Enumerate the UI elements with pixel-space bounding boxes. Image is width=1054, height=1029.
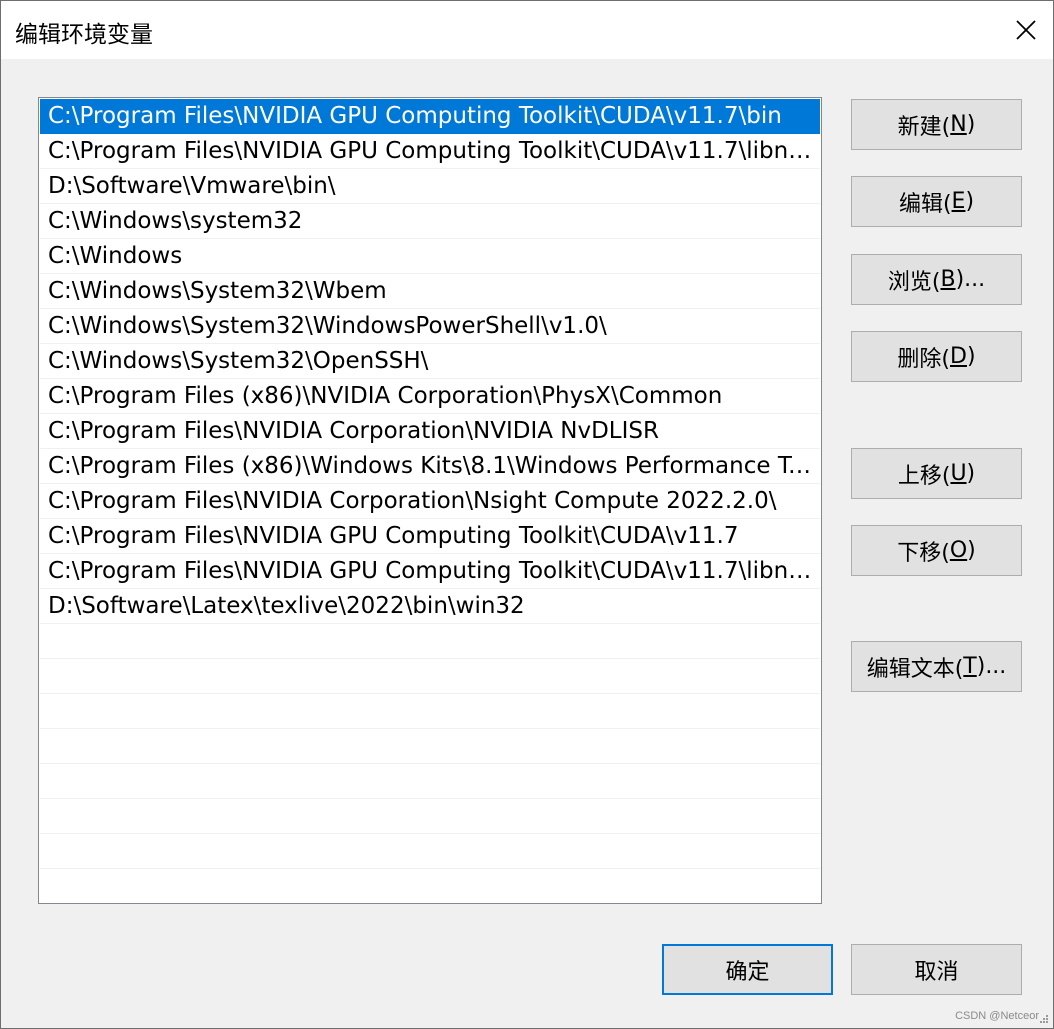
empty-list-row[interactable] [40, 764, 820, 799]
move-down-button[interactable]: 下移(O) [851, 525, 1022, 576]
path-list-item[interactable]: C:\Windows\System32\WindowsPowerShell\v1… [40, 309, 820, 344]
edit-text-button[interactable]: 编辑文本(T)... [851, 641, 1022, 692]
edit-accelerator-key: E [951, 189, 966, 214]
empty-list-row[interactable] [40, 869, 820, 903]
path-list-item[interactable]: C:\Windows\System32\Wbem [40, 274, 820, 309]
path-list-item[interactable]: D:\Software\Vmware\bin\ [40, 169, 820, 204]
path-text: C:\Windows\system32 [48, 208, 303, 234]
empty-list-row[interactable] [40, 729, 820, 764]
empty-list-row[interactable] [40, 834, 820, 869]
path-text: C:\Program Files\NVIDIA GPU Computing To… [48, 138, 812, 164]
path-list-item[interactable]: C:\Program Files (x86)\Windows Kits\8.1\… [40, 449, 820, 484]
move-up-accelerator-key: U [950, 461, 967, 486]
path-text: C:\Program Files\NVIDIA GPU Computing To… [48, 103, 782, 129]
resize-grip-icon[interactable] [1039, 1014, 1049, 1024]
close-icon [1016, 20, 1036, 40]
path-text: C:\Program Files\NVIDIA Corporation\Nsig… [48, 488, 777, 514]
path-list-item[interactable]: C:\Program Files (x86)\NVIDIA Corporatio… [40, 379, 820, 414]
edit-text-accelerator-key: T [963, 654, 977, 679]
dialog-title: 编辑环境变量 [15, 22, 153, 48]
delete-button[interactable]: 删除(D) [851, 331, 1022, 382]
empty-list-row[interactable] [40, 799, 820, 834]
edit-button[interactable]: 编辑(E) [851, 176, 1022, 227]
path-list-item[interactable]: C:\Windows\System32\OpenSSH\ [40, 344, 820, 379]
delete-accelerator-key: D [950, 344, 967, 369]
path-text: C:\Windows [48, 243, 183, 269]
path-list-item[interactable]: C:\Program Files\NVIDIA GPU Computing To… [40, 134, 820, 169]
browse-button[interactable]: 浏览(B)... [851, 254, 1022, 305]
empty-list-row[interactable] [40, 694, 820, 729]
path-text: C:\Program Files\NVIDIA Corporation\NVID… [48, 418, 659, 444]
path-list-item[interactable]: D:\Software\Latex\texlive\2022\bin\win32 [40, 589, 820, 624]
path-text: C:\Windows\System32\OpenSSH\ [48, 348, 429, 374]
path-list[interactable]: C:\Program Files\NVIDIA GPU Computing To… [38, 97, 822, 904]
path-list-item[interactable]: C:\Program Files\NVIDIA GPU Computing To… [40, 519, 820, 554]
empty-list-row[interactable] [40, 659, 820, 694]
path-text: C:\Program Files (x86)\NVIDIA Corporatio… [48, 383, 723, 409]
path-list-item[interactable]: C:\Program Files\NVIDIA Corporation\Nsig… [40, 484, 820, 519]
empty-list-row[interactable] [40, 624, 820, 659]
path-text: D:\Software\Latex\texlive\2022\bin\win32 [48, 593, 525, 619]
watermark-text: CSDN @Netceor [955, 1010, 1039, 1022]
path-text: C:\Program Files\NVIDIA GPU Computing To… [48, 558, 812, 584]
path-text: C:\Windows\System32\Wbem [48, 278, 387, 304]
close-button[interactable] [1007, 1, 1053, 59]
path-list-item[interactable]: C:\Program Files\NVIDIA Corporation\NVID… [40, 414, 820, 449]
path-text: C:\Program Files\NVIDIA GPU Computing To… [48, 523, 739, 549]
browse-accelerator-key: B [940, 267, 956, 292]
new-accelerator-key: N [950, 112, 967, 137]
path-text: C:\Program Files (x86)\Windows Kits\8.1\… [48, 453, 812, 479]
move-up-button[interactable]: 上移(U) [851, 448, 1022, 499]
path-list-item[interactable]: C:\Windows\system32 [40, 204, 820, 239]
move-down-accelerator-key: O [949, 538, 968, 563]
path-list-item[interactable]: C:\Windows [40, 239, 820, 274]
new-button[interactable]: 新建(N) [851, 99, 1022, 150]
path-text: C:\Windows\System32\WindowsPowerShell\v1… [48, 313, 607, 339]
path-list-item[interactable]: C:\Program Files\NVIDIA GPU Computing To… [40, 99, 820, 134]
path-list-item[interactable]: C:\Program Files\NVIDIA GPU Computing To… [40, 554, 820, 589]
ok-button[interactable]: 确定 [662, 944, 833, 995]
title-bar: 编辑环境变量 [1, 1, 1053, 59]
path-text: D:\Software\Vmware\bin\ [48, 173, 336, 199]
cancel-button[interactable]: 取消 [851, 944, 1022, 995]
edit-environment-variable-dialog: 编辑环境变量 C:\Program Files\NVIDIA GPU Compu… [0, 0, 1054, 1029]
